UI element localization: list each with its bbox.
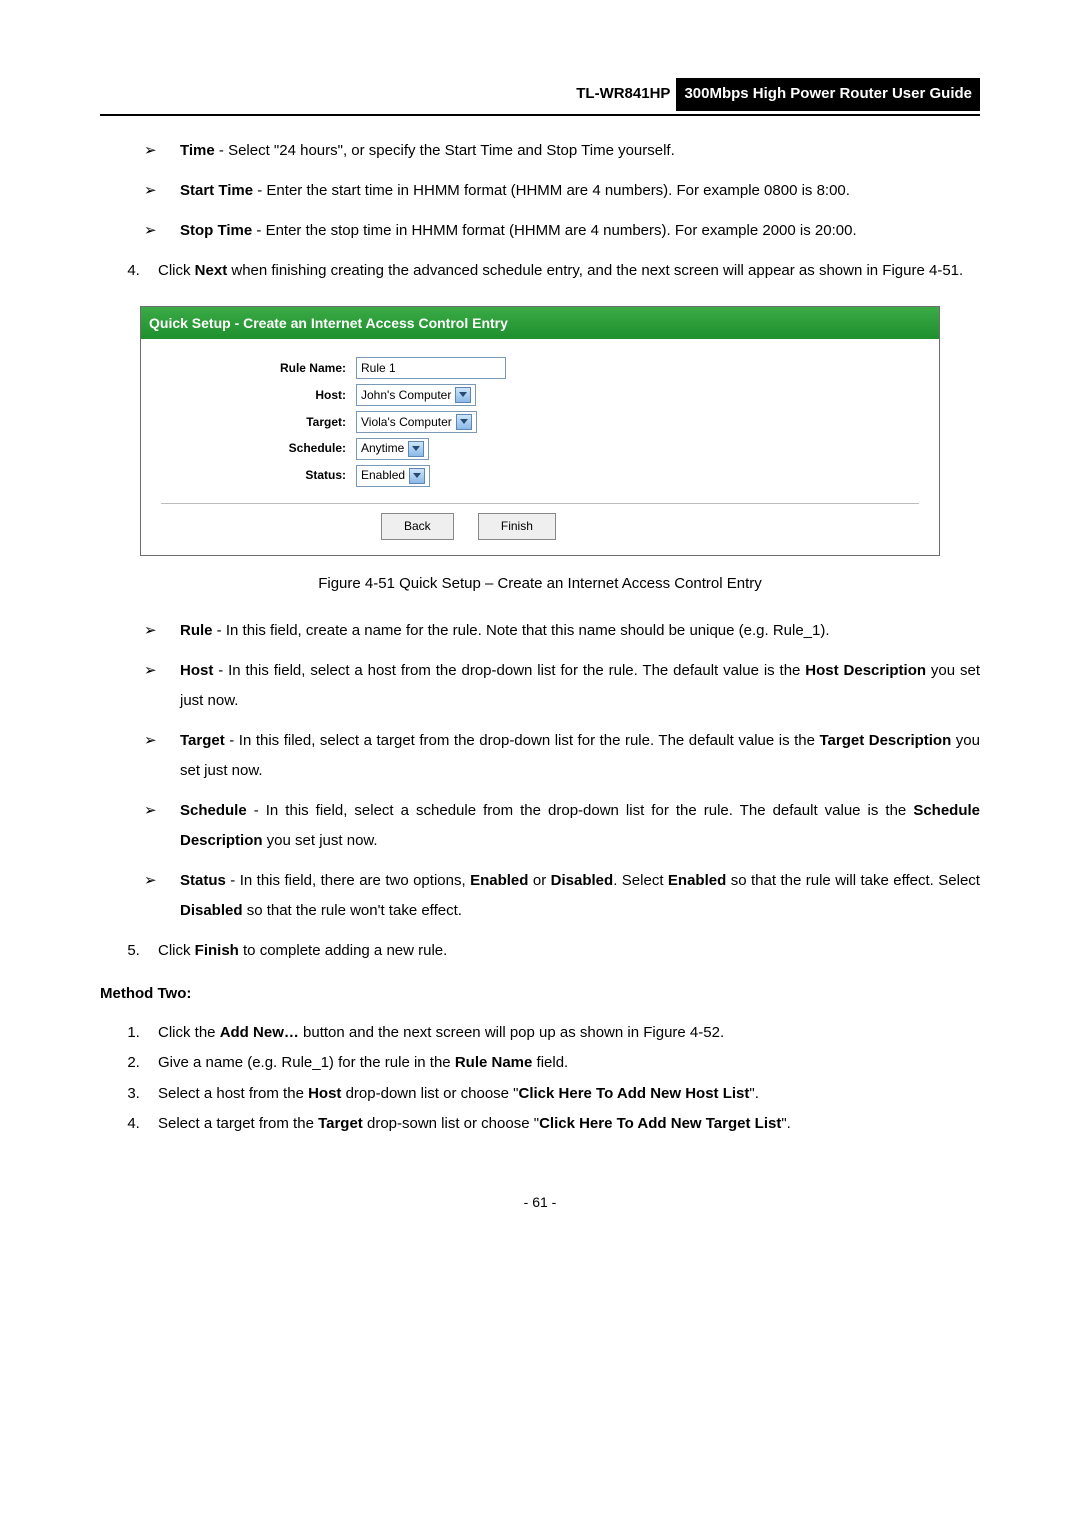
target-label: Target: — [161, 409, 356, 436]
bullet-schedule: Schedule - In this field, select a sched… — [144, 796, 980, 856]
step-5-list: Click Finish to complete adding a new ru… — [100, 936, 980, 966]
bullet-target: Target - In this filed, select a target … — [144, 726, 980, 786]
time-bullets: Time - Select "24 hours", or specify the… — [100, 136, 980, 246]
step-4-list: Click Next when finishing creating the a… — [100, 256, 980, 286]
schedule-select[interactable]: Anytime — [356, 438, 429, 460]
bullet-time: Time - Select "24 hours", or specify the… — [144, 136, 980, 166]
step-4: Click Next when finishing creating the a… — [144, 256, 980, 286]
step-5: Click Finish to complete adding a new ru… — [144, 936, 980, 966]
target-select[interactable]: Viola's Computer — [356, 411, 477, 433]
figure-button-row: Back Finish — [161, 503, 919, 547]
host-select[interactable]: John's Computer — [356, 384, 476, 406]
chevron-down-icon — [408, 441, 424, 457]
method-two-steps: Click the Add New… button and the next s… — [100, 1019, 980, 1139]
bullet-host: Host - In this field, select a host from… — [144, 656, 980, 716]
finish-button[interactable]: Finish — [478, 513, 556, 540]
m2-step-2: Give a name (e.g. Rule_1) for the rule i… — [144, 1049, 980, 1078]
host-label: Host: — [161, 382, 356, 409]
chevron-down-icon — [456, 414, 472, 430]
guide-title: 300Mbps High Power Router User Guide — [676, 78, 980, 111]
rule-name-label: Rule Name: — [161, 355, 356, 382]
method-two-heading: Method Two: — [100, 980, 980, 1009]
bullet-stop-time: Stop Time - Enter the stop time in HHMM … — [144, 216, 980, 246]
m2-step-4: Select a target from the Target drop-sow… — [144, 1110, 980, 1139]
figure-caption: Figure 4-51 Quick Setup – Create an Inte… — [100, 570, 980, 599]
status-select[interactable]: Enabled — [356, 465, 430, 487]
chevron-down-icon — [455, 387, 471, 403]
rule-name-input[interactable]: Rule 1 — [356, 357, 506, 379]
figure-4-51: Quick Setup - Create an Internet Access … — [140, 306, 940, 556]
m2-step-3: Select a host from the Host drop-down li… — [144, 1080, 980, 1109]
page-header: TL-WR841HP 300Mbps High Power Router Use… — [100, 78, 980, 116]
bullet-rule: Rule - In this field, create a name for … — [144, 616, 980, 646]
page-number: - 61 - — [100, 1189, 980, 1216]
bullet-start-time: Start Time - Enter the start time in HHM… — [144, 176, 980, 206]
status-label: Status: — [161, 462, 356, 489]
schedule-label: Schedule: — [161, 435, 356, 462]
m2-step-1: Click the Add New… button and the next s… — [144, 1019, 980, 1048]
model-label: TL-WR841HP — [576, 80, 676, 109]
field-desc-bullets: Rule - In this field, create a name for … — [100, 616, 980, 926]
chevron-down-icon — [409, 468, 425, 484]
figure-title: Quick Setup - Create an Internet Access … — [141, 307, 939, 340]
back-button[interactable]: Back — [381, 513, 454, 540]
bullet-status: Status - In this field, there are two op… — [144, 866, 980, 926]
